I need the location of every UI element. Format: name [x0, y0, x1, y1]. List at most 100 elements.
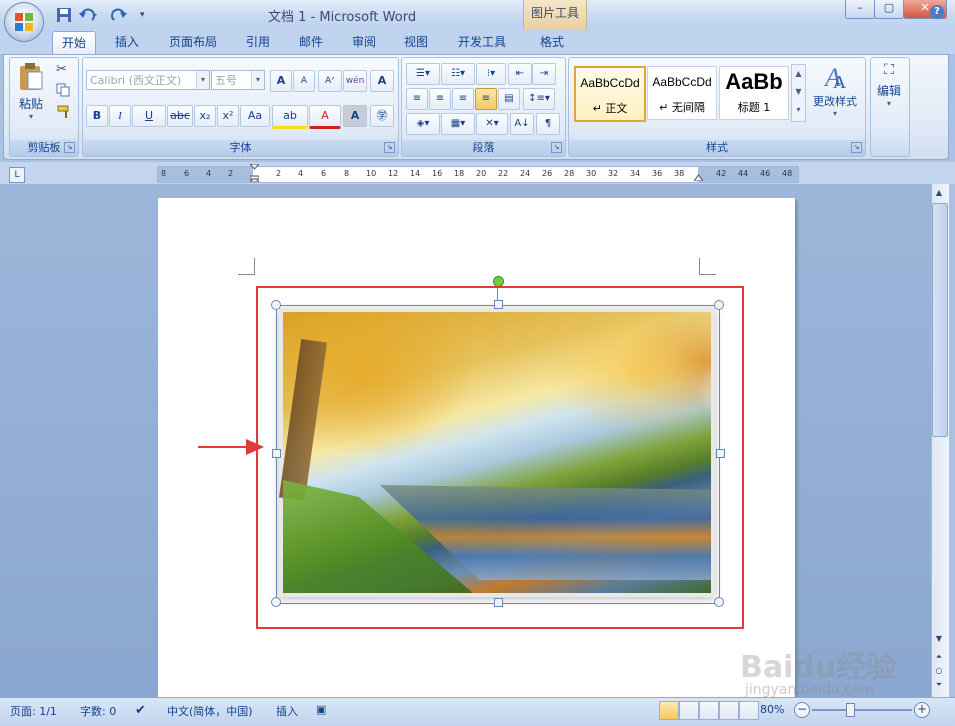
- multilevel-list-icon[interactable]: ⁝▾: [476, 63, 506, 85]
- align-right-icon[interactable]: ≡: [452, 88, 474, 110]
- increase-indent-icon[interactable]: ⇥: [532, 63, 556, 85]
- chinese-layout-icon[interactable]: ✕▾: [476, 113, 508, 135]
- draft-view-icon[interactable]: [739, 701, 759, 720]
- clipboard-launcher-icon[interactable]: ↘: [64, 142, 75, 153]
- outline-view-icon[interactable]: [719, 701, 739, 720]
- h-ruler-tick: 28: [564, 169, 575, 178]
- enclosed-char-icon[interactable]: ㊫: [370, 105, 394, 127]
- font-color-button[interactable]: A: [309, 105, 341, 129]
- char-border-button[interactable]: A: [370, 70, 394, 92]
- office-button[interactable]: [5, 3, 43, 41]
- right-indent-marker-icon[interactable]: [693, 170, 704, 182]
- proofing-icon[interactable]: ✔: [135, 703, 146, 718]
- strikethrough-button[interactable]: abc: [167, 105, 193, 127]
- highlight-color-icon[interactable]: ab: [272, 105, 308, 129]
- tab-review[interactable]: 审阅: [343, 31, 385, 53]
- change-case-button[interactable]: Aa: [240, 105, 270, 127]
- italic-button[interactable]: I: [109, 105, 131, 127]
- grow-font-button[interactable]: A: [270, 70, 292, 92]
- distributed-icon[interactable]: ▤: [498, 88, 520, 110]
- show-marks-icon[interactable]: ¶: [536, 113, 560, 135]
- scroll-up-icon[interactable]: ▲: [932, 186, 946, 200]
- print-layout-view-icon[interactable]: [659, 701, 679, 720]
- char-shading-button[interactable]: A: [343, 105, 367, 127]
- font-launcher-icon[interactable]: ↘: [384, 142, 395, 153]
- style-normal[interactable]: AaBbCcDd ↵ 正文: [574, 66, 646, 122]
- sort-icon[interactable]: A↓: [510, 113, 534, 135]
- scroll-thumb[interactable]: [932, 203, 948, 437]
- justify-icon[interactable]: ≡: [475, 88, 497, 110]
- tab-view[interactable]: 视图: [395, 31, 437, 53]
- shading-icon[interactable]: ◈▾: [406, 113, 440, 135]
- redo-icon[interactable]: [110, 6, 128, 24]
- margin-corner-tr: [699, 258, 716, 275]
- zoom-in-button[interactable]: +: [914, 702, 930, 718]
- tab-page-layout[interactable]: 页面布局: [160, 31, 226, 53]
- paste-button[interactable]: 粘贴 ▾: [15, 62, 47, 124]
- language-status[interactable]: 中文(简体，中国): [167, 703, 253, 719]
- save-icon[interactable]: [55, 6, 73, 24]
- zoom-level[interactable]: 80%: [760, 703, 784, 716]
- phonetic-guide-button[interactable]: wén: [343, 70, 367, 92]
- page-count[interactable]: 页面: 1/1: [10, 703, 57, 719]
- bullets-icon[interactable]: ☰▾: [406, 63, 440, 85]
- tab-home[interactable]: 开始: [52, 31, 97, 54]
- change-styles-icon: AA: [823, 63, 846, 92]
- underline-button[interactable]: U: [132, 105, 166, 127]
- next-page-icon[interactable]: ⏷: [932, 678, 946, 692]
- tab-insert[interactable]: 插入: [106, 31, 148, 53]
- tab-developer[interactable]: 开发工具: [449, 31, 515, 53]
- numbering-icon[interactable]: ☷▾: [441, 63, 475, 85]
- h-ruler-tick: 6: [184, 169, 190, 178]
- prev-page-icon[interactable]: ⏶: [932, 650, 946, 664]
- zoom-out-button[interactable]: −: [794, 702, 810, 718]
- clear-format-icon[interactable]: Aᐟ: [318, 70, 342, 92]
- office-logo-icon: [15, 13, 33, 31]
- tab-selector-icon[interactable]: L: [9, 167, 25, 183]
- insert-mode-status[interactable]: 插入: [276, 703, 298, 719]
- decrease-indent-icon[interactable]: ⇤: [508, 63, 532, 85]
- styles-launcher-icon[interactable]: ↘: [851, 142, 862, 153]
- help-icon[interactable]: ?: [930, 5, 944, 19]
- zoom-slider[interactable]: [812, 709, 912, 711]
- format-painter-icon[interactable]: [56, 104, 72, 120]
- zoom-slider-thumb[interactable]: [846, 703, 855, 717]
- style-heading-1[interactable]: AaBb 标题 1: [719, 66, 789, 120]
- styles-scroll-icon[interactable]: ▲ ▼ ▾: [791, 64, 806, 122]
- align-left-icon[interactable]: ≡: [406, 88, 428, 110]
- scroll-down-icon[interactable]: ▼: [932, 632, 946, 646]
- macro-record-icon[interactable]: ▣: [316, 703, 326, 716]
- copy-icon[interactable]: [56, 83, 72, 97]
- style-no-spacing[interactable]: AaBbCcDd ↵ 无间隔: [647, 66, 717, 120]
- bold-button[interactable]: B: [86, 105, 108, 127]
- maximize-button[interactable]: ▢: [874, 0, 904, 19]
- editing-button[interactable]: ⛶ 编辑 ▾: [872, 62, 906, 122]
- superscript-button[interactable]: x²: [217, 105, 239, 127]
- full-screen-view-icon[interactable]: [679, 701, 699, 720]
- tab-references[interactable]: 引用: [237, 31, 279, 53]
- indent-marker-icon[interactable]: [248, 163, 261, 183]
- font-name-combo[interactable]: Calibri (西文正文) ▾: [86, 70, 210, 90]
- h-ruler-tick: 26: [542, 169, 553, 178]
- shrink-font-button[interactable]: A: [293, 70, 315, 92]
- subscript-button[interactable]: x₂: [194, 105, 216, 127]
- customize-qat-icon[interactable]: ▾: [140, 6, 158, 24]
- undo-icon[interactable]: [78, 6, 97, 24]
- style-normal-name: ↵ 正文: [592, 102, 628, 115]
- h-ruler-tick: 46: [760, 169, 771, 178]
- cut-icon[interactable]: ✂: [56, 62, 72, 78]
- paragraph-launcher-icon[interactable]: ↘: [551, 142, 562, 153]
- align-center-icon[interactable]: ≡: [429, 88, 451, 110]
- h-ruler-tick: 34: [630, 169, 641, 178]
- browse-object-icon[interactable]: ○: [932, 664, 946, 678]
- borders-icon[interactable]: ▦▾: [441, 113, 475, 135]
- font-size-combo[interactable]: 五号 ▾: [211, 70, 265, 90]
- word-count[interactable]: 字数: 0: [80, 703, 116, 719]
- minimize-button[interactable]: –: [845, 0, 875, 19]
- line-spacing-icon[interactable]: ↕≡▾: [523, 88, 555, 110]
- baidu-watermark: Baidu经验: [740, 650, 897, 685]
- change-styles-button[interactable]: AA 更改样式 ▾: [810, 62, 860, 124]
- web-layout-view-icon[interactable]: [699, 701, 719, 720]
- tab-format[interactable]: 格式: [531, 31, 573, 53]
- tab-mailings[interactable]: 邮件: [290, 31, 332, 53]
